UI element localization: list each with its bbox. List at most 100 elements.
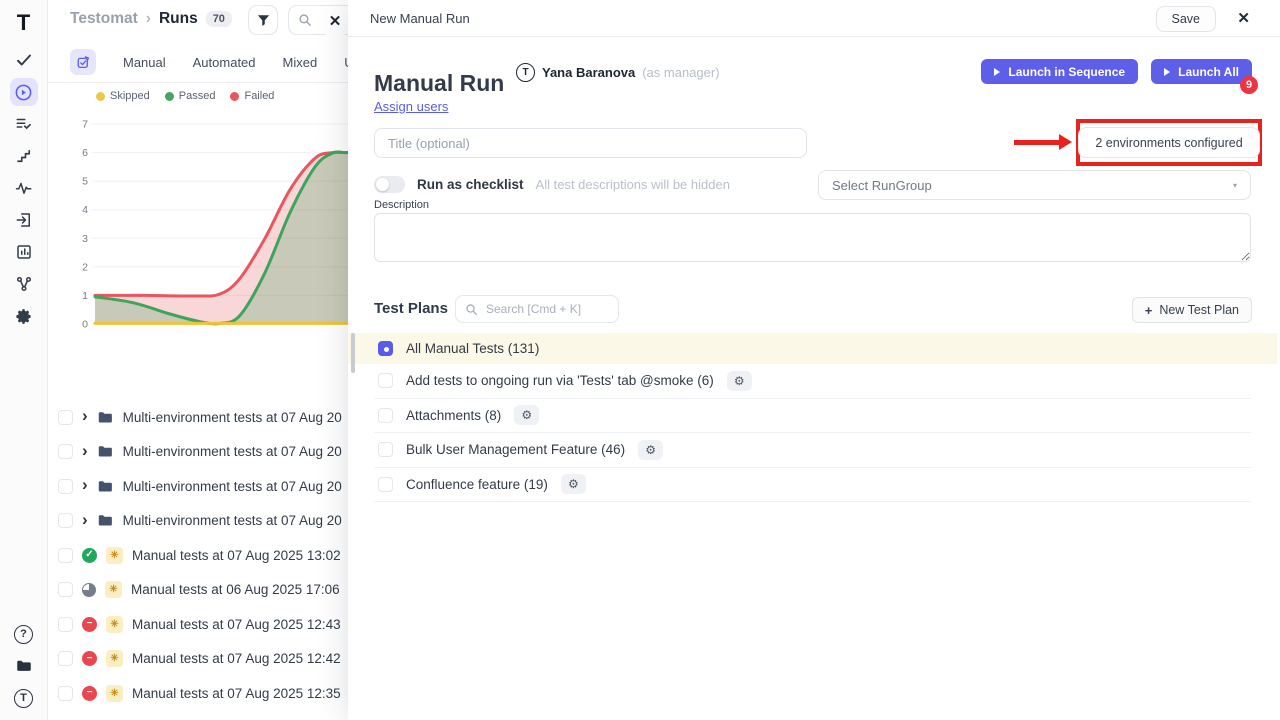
row-checkbox[interactable] — [58, 444, 73, 459]
page-title: Manual Run — [374, 70, 504, 97]
row-checkbox[interactable] — [58, 410, 73, 425]
folder-icon — [97, 478, 114, 495]
projects-folder-icon[interactable] — [10, 652, 38, 680]
plan-checkbox[interactable] — [378, 408, 393, 423]
plan-settings-gear-icon[interactable]: ⚙ — [727, 371, 752, 391]
run-row-manual[interactable]: ✓ ✳ Manual tests at 07 Aug 2025 13:02 fr… — [58, 538, 350, 573]
run-row-manual[interactable]: − ✳ Manual tests at 07 Aug 2025 12:35 fr… — [58, 676, 350, 711]
owner-role: (as manager) — [642, 65, 719, 80]
run-row-folder[interactable]: › Multi-environment tests at 07 Aug 20 — [58, 435, 350, 470]
breadcrumb-page: Runs — [159, 10, 198, 28]
row-checkbox[interactable] — [58, 582, 73, 597]
launch-in-sequence-button[interactable]: Launch in Sequence — [981, 59, 1138, 84]
runs-play-circle-icon[interactable] — [10, 78, 38, 106]
runs-trend-chart: 01234567 08/07/2025 2:25 PM08/07/2025 2:… — [58, 110, 358, 352]
owner-name: Yana Baranova — [542, 65, 635, 80]
plan-checkbox-checked[interactable] — [378, 341, 393, 356]
breadcrumb-separator: › — [146, 10, 151, 28]
description-textarea[interactable] — [374, 213, 1251, 262]
row-checkbox[interactable] — [58, 617, 73, 632]
failed-dot-icon — [230, 92, 239, 101]
chevron-right-icon[interactable]: › — [82, 407, 88, 424]
batch-select-icon[interactable] — [70, 49, 96, 75]
test-plan-row[interactable]: Attachments (8) ⚙ — [374, 399, 1251, 434]
row-checkbox[interactable] — [58, 651, 73, 666]
plus-icon: + — [1145, 303, 1153, 318]
run-row-manual[interactable]: − ✳ Manual tests at 07 Aug 2025 12:43 fr… — [58, 607, 350, 642]
svg-text:3: 3 — [82, 233, 88, 245]
chevron-right-icon[interactable]: › — [82, 442, 88, 459]
profile-logo-icon[interactable]: T — [10, 684, 38, 712]
chevron-right-icon[interactable]: › — [82, 511, 88, 528]
environments-configured-button[interactable]: 2 environments configured — [1078, 127, 1259, 158]
svg-text:2: 2 — [82, 261, 88, 273]
plan-settings-gear-icon[interactable]: ⚙ — [561, 474, 586, 494]
plan-settings-gear-icon[interactable]: ⚙ — [514, 405, 539, 425]
row-checkbox[interactable] — [58, 513, 73, 528]
scrollbar-thumb[interactable] — [351, 333, 355, 373]
manual-run-spark-icon: ✳ — [106, 650, 123, 667]
area-chart-canvas: 01234567 — [58, 110, 358, 328]
row-checkbox[interactable] — [58, 686, 73, 701]
test-plans-heading: Test Plans — [374, 300, 448, 317]
manual-run-spark-icon: ✳ — [106, 547, 123, 564]
play-icon — [1164, 68, 1170, 76]
steps-icon[interactable] — [10, 142, 38, 170]
checklist-icon[interactable] — [10, 110, 38, 138]
folder-icon — [97, 512, 114, 529]
row-checkbox[interactable] — [58, 548, 73, 563]
breadcrumb-project[interactable]: Testomat — [70, 10, 138, 28]
plan-checkbox[interactable] — [378, 373, 393, 388]
funnel-icon — [256, 13, 271, 28]
plan-checkbox[interactable] — [378, 477, 393, 492]
import-icon[interactable] — [10, 206, 38, 234]
run-row-folder[interactable]: › Multi-environment tests at 07 Aug 20 — [58, 504, 350, 539]
assign-users-link[interactable]: Assign users — [374, 99, 448, 114]
test-plans-search-input[interactable] — [484, 301, 604, 317]
svg-text:5: 5 — [82, 176, 88, 188]
close-icon[interactable]: ✕ — [1237, 9, 1250, 27]
test-plans-list: All Manual Tests (131) Add tests to ongo… — [374, 333, 1251, 502]
filter-button[interactable] — [248, 5, 278, 35]
notification-badge: 9 — [1240, 76, 1258, 94]
test-plans-search[interactable] — [455, 295, 619, 323]
test-plan-row[interactable]: All Manual Tests (131) — [348, 333, 1277, 364]
chevron-right-icon[interactable]: › — [82, 476, 88, 493]
row-checkbox[interactable] — [58, 479, 73, 494]
skipped-dot-icon — [96, 92, 105, 101]
new-manual-run-drawer: New Manual Run Save ✕ Manual Run T Yana … — [348, 0, 1280, 720]
tab-manual[interactable]: Manual — [123, 55, 166, 70]
run-row-folder[interactable]: › Multi-environment tests at 07 Aug 20 — [58, 400, 350, 435]
status-failed-icon: − — [82, 686, 97, 701]
plan-checkbox[interactable] — [378, 442, 393, 457]
run-as-checklist-toggle[interactable] — [374, 176, 405, 193]
reports-chart-icon[interactable] — [10, 238, 38, 266]
status-failed-icon: − — [82, 651, 97, 666]
help-icon[interactable]: ? — [10, 620, 38, 648]
plan-settings-gear-icon[interactable]: ⚙ — [638, 440, 663, 460]
tab-mixed[interactable]: Mixed — [283, 55, 318, 70]
run-row-folder[interactable]: › Multi-environment tests at 07 Aug 20 — [58, 469, 350, 504]
rungroup-select[interactable]: Select RunGroup ▾ — [818, 170, 1251, 200]
pulse-icon[interactable] — [10, 174, 38, 202]
play-icon — [994, 68, 1000, 76]
folder-icon — [97, 409, 114, 426]
run-row-manual[interactable]: − ✳ Manual tests at 07 Aug 2025 12:42 fr… — [58, 642, 350, 677]
run-title-input[interactable] — [374, 128, 807, 158]
tab-automated[interactable]: Automated — [193, 55, 256, 70]
run-owner: T Yana Baranova (as manager) — [516, 63, 720, 82]
branch-icon[interactable] — [10, 270, 38, 298]
test-plan-row[interactable]: Confluence feature (19) ⚙ — [374, 468, 1251, 503]
test-plan-row[interactable]: Bulk User Management Feature (46) ⚙ — [374, 433, 1251, 468]
close-search-button[interactable]: ✕ — [320, 6, 350, 35]
svg-text:1: 1 — [82, 290, 88, 302]
tests-check-icon[interactable] — [10, 46, 38, 74]
launch-all-button[interactable]: Launch All 9 — [1151, 59, 1252, 84]
save-button[interactable]: Save — [1156, 6, 1217, 32]
settings-gear-icon[interactable] — [10, 302, 38, 330]
avatar: T — [516, 63, 535, 82]
svg-text:4: 4 — [82, 204, 88, 216]
run-row-manual[interactable]: ✳ Manual tests at 06 Aug 2025 17:06 1 — [58, 573, 350, 608]
test-plan-row[interactable]: Add tests to ongoing run via 'Tests' tab… — [374, 364, 1251, 399]
new-test-plan-button[interactable]: + New Test Plan — [1132, 297, 1252, 323]
